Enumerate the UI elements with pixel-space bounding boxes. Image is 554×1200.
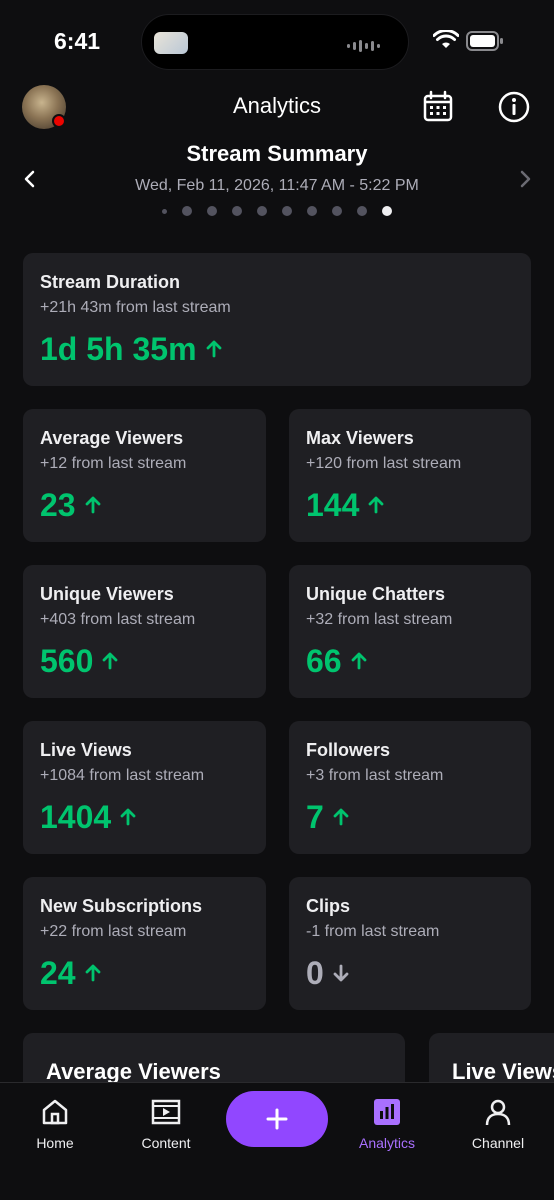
chevron-left-icon bbox=[24, 170, 35, 188]
arrow-up-icon bbox=[84, 964, 102, 982]
stat-value: 1d 5h 35m bbox=[40, 331, 197, 367]
stat-card-average-viewers[interactable]: Average Viewers +12 from last stream 23 bbox=[23, 409, 266, 542]
calendar-icon bbox=[423, 90, 453, 122]
battery-icon bbox=[466, 31, 503, 51]
stat-title: Stream Duration bbox=[40, 272, 181, 292]
stat-value-row: 1404 bbox=[40, 799, 249, 835]
page-title: Analytics bbox=[232, 93, 322, 118]
tab-analytics-label: Analytics bbox=[358, 1135, 416, 1151]
page-dot-active[interactable] bbox=[382, 206, 392, 216]
stat-card-live-views[interactable]: Live Views +1084 from last stream 1404 bbox=[23, 721, 266, 854]
create-button[interactable] bbox=[226, 1091, 328, 1147]
stat-change: +21h 43m from last stream bbox=[40, 299, 231, 316]
arrow-up-icon bbox=[350, 652, 368, 670]
stat-card-followers[interactable]: Followers +3 from last stream 7 bbox=[289, 721, 531, 854]
tab-analytics[interactable]: Analytics bbox=[342, 1095, 432, 1151]
tab-channel[interactable]: Channel bbox=[453, 1095, 543, 1151]
stat-change: +1084 from last stream bbox=[40, 767, 205, 784]
stat-change: +120 from last stream bbox=[306, 455, 462, 472]
page-indicator[interactable] bbox=[0, 206, 554, 216]
tab-home[interactable]: Home bbox=[10, 1095, 100, 1151]
stat-value: 0 bbox=[306, 955, 324, 991]
stat-title: Unique Chatters bbox=[306, 584, 446, 604]
home-icon bbox=[10, 1095, 100, 1129]
stat-change: +32 from last stream bbox=[306, 611, 453, 628]
stat-title: Unique Viewers bbox=[40, 584, 174, 604]
summary-title: Stream Summary bbox=[186, 141, 368, 166]
page-dot[interactable] bbox=[207, 206, 217, 216]
content-icon bbox=[121, 1095, 211, 1129]
stat-card-clips[interactable]: Clips -1 from last stream 0 bbox=[289, 877, 531, 1010]
stat-value-row: 66 bbox=[306, 643, 514, 679]
calendar-button[interactable] bbox=[420, 89, 456, 125]
page-dot[interactable] bbox=[182, 206, 192, 216]
stat-change: +12 from last stream bbox=[40, 455, 187, 472]
stat-title: New Subscriptions bbox=[40, 896, 203, 916]
tab-content[interactable]: Content bbox=[121, 1095, 211, 1151]
stat-card-stream-duration[interactable]: Stream Duration +21h 43m from last strea… bbox=[23, 253, 531, 386]
arrow-up-icon bbox=[101, 652, 119, 670]
arrow-down-icon bbox=[332, 964, 350, 982]
arrow-up-icon bbox=[205, 340, 223, 358]
stat-value-row: 7 bbox=[306, 799, 514, 835]
bottom-tab-bar: Home Content Analytics Channel bbox=[0, 1082, 554, 1200]
stat-title: Clips bbox=[306, 896, 351, 916]
stat-value: 66 bbox=[306, 643, 342, 679]
previous-stream-button[interactable] bbox=[18, 167, 42, 191]
stat-value: 7 bbox=[306, 799, 324, 835]
stat-change: +3 from last stream bbox=[306, 767, 444, 784]
audio-wave-icon bbox=[347, 40, 380, 52]
tab-home-label: Home bbox=[36, 1135, 74, 1151]
stat-card-unique-viewers[interactable]: Unique Viewers +403 from last stream 560 bbox=[23, 565, 266, 698]
next-stream-button[interactable] bbox=[513, 167, 537, 191]
stat-value-row: 23 bbox=[40, 487, 249, 523]
page-dot[interactable] bbox=[257, 206, 267, 216]
arrow-up-icon bbox=[119, 808, 137, 826]
stat-value-row: 24 bbox=[40, 955, 249, 991]
wifi-icon bbox=[433, 30, 459, 48]
stat-value: 23 bbox=[40, 487, 76, 523]
stat-change: +403 from last stream bbox=[40, 611, 196, 628]
page-dot[interactable] bbox=[282, 206, 292, 216]
stat-value: 24 bbox=[40, 955, 76, 991]
status-bar: 6:41 bbox=[0, 0, 554, 84]
stat-value-row: 0 bbox=[306, 955, 514, 991]
stat-title: Followers bbox=[306, 740, 391, 760]
now-playing-thumbnail bbox=[154, 32, 188, 54]
page-dot[interactable] bbox=[307, 206, 317, 216]
info-icon bbox=[498, 91, 530, 123]
chevron-right-icon bbox=[520, 170, 531, 188]
status-time: 6:41 bbox=[54, 28, 101, 54]
stat-title: Average Viewers bbox=[40, 428, 184, 448]
stat-value-row: 560 bbox=[40, 643, 249, 679]
arrow-up-icon bbox=[367, 496, 385, 514]
tab-content-label: Content bbox=[141, 1135, 191, 1151]
stat-value-row: 144 bbox=[306, 487, 514, 523]
plus-icon bbox=[266, 1108, 288, 1130]
stat-value-row: 1d 5h 35m bbox=[40, 331, 514, 367]
analytics-icon bbox=[342, 1095, 432, 1129]
stat-value: 1404 bbox=[40, 799, 112, 835]
page-dot[interactable] bbox=[232, 206, 242, 216]
info-button[interactable] bbox=[496, 89, 532, 125]
stat-value: 560 bbox=[40, 643, 94, 679]
stat-card-new-subscriptions[interactable]: New Subscriptions +22 from last stream 2… bbox=[23, 877, 266, 1010]
stat-change: +22 from last stream bbox=[40, 923, 187, 940]
stat-card-unique-chatters[interactable]: Unique Chatters +32 from last stream 66 bbox=[289, 565, 531, 698]
page-dot[interactable] bbox=[357, 206, 367, 216]
tab-channel-label: Channel bbox=[471, 1135, 525, 1151]
stat-title: Live Views bbox=[40, 740, 132, 760]
arrow-up-icon bbox=[84, 496, 102, 514]
stat-value: 144 bbox=[306, 487, 360, 523]
arrow-up-icon bbox=[332, 808, 350, 826]
stat-card-max-viewers[interactable]: Max Viewers +120 from last stream 144 bbox=[289, 409, 531, 542]
page-dot[interactable] bbox=[162, 208, 167, 214]
page-dot[interactable] bbox=[332, 206, 342, 216]
dynamic-island bbox=[141, 14, 409, 70]
stat-change: -1 from last stream bbox=[306, 923, 440, 940]
person-icon bbox=[453, 1095, 543, 1129]
stat-title: Max Viewers bbox=[306, 428, 414, 448]
summary-date-range: Wed, Feb 11, 2026, 11:47 AM - 5:22 PM bbox=[135, 177, 419, 194]
